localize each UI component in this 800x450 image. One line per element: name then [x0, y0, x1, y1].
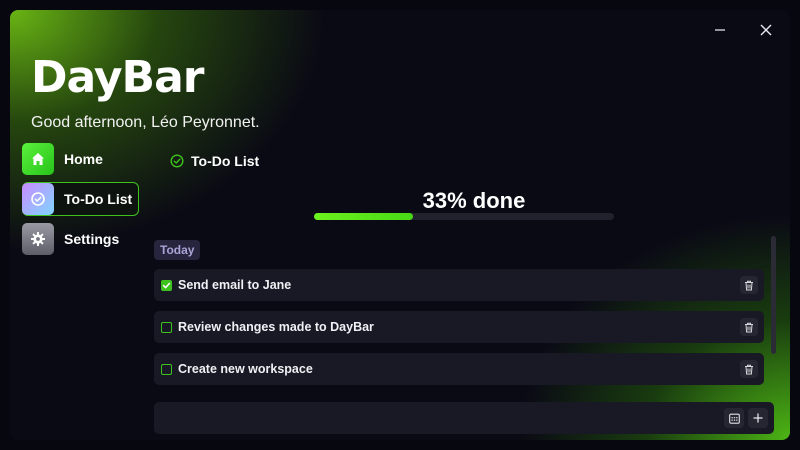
app-window: DayBar Good afternoon, Léo Peyronnet. Ho…: [10, 10, 790, 440]
new-task-bar: [154, 402, 774, 434]
trash-icon: [745, 364, 753, 374]
greeting-text: Good afternoon, Léo Peyronnet.: [31, 114, 260, 131]
close-button[interactable]: [752, 18, 780, 42]
section-label-today: Today: [154, 240, 201, 260]
plus-icon: [753, 413, 763, 423]
progress-bar: [314, 213, 614, 220]
progress-text: 33% done: [422, 188, 526, 213]
sidebar-item-todo-list[interactable]: To-Do List: [22, 182, 139, 216]
check-circle-icon: [22, 183, 54, 215]
task-text: Create new workspace: [178, 362, 313, 376]
task-row: Create new workspace: [154, 353, 764, 385]
sidebar-item-label: Settings: [64, 231, 120, 247]
checkmark-icon: [162, 282, 171, 288]
page-title: To-Do List: [191, 153, 260, 169]
sidebar-nav: Home To-Do List Settings: [22, 142, 140, 262]
delete-task-button[interactable]: [740, 276, 758, 294]
app-title: DayBar: [31, 52, 204, 103]
minimize-icon: [715, 29, 725, 31]
sidebar-item-settings[interactable]: Settings: [22, 222, 140, 256]
sidebar-item-label: To-Do List: [64, 191, 133, 207]
delete-task-button[interactable]: [740, 318, 758, 336]
sidebar-item-home[interactable]: Home: [22, 142, 140, 176]
new-task-input[interactable]: [162, 407, 706, 431]
task-checkbox[interactable]: [161, 363, 172, 375]
task-checkbox[interactable]: [161, 279, 172, 291]
task-list-scrollbar[interactable]: [771, 236, 776, 354]
home-icon: [22, 143, 54, 175]
close-icon: [760, 24, 772, 36]
calendar-icon: [728, 413, 740, 424]
sidebar-item-label: Home: [64, 151, 103, 167]
delete-task-button[interactable]: [740, 360, 758, 378]
progress-fill: [314, 213, 413, 220]
minimize-button[interactable]: [706, 18, 734, 42]
task-text: Review changes made to DayBar: [178, 320, 374, 334]
add-task-button[interactable]: [748, 408, 768, 428]
trash-icon: [745, 322, 753, 332]
task-text: Send email to Jane: [178, 278, 292, 292]
task-checkbox[interactable]: [161, 321, 172, 333]
date-picker-button[interactable]: [724, 408, 744, 428]
page-header: To-Do List: [170, 153, 259, 169]
gear-icon: [22, 223, 54, 255]
check-circle-icon: [170, 154, 184, 168]
task-row: Send email to Jane: [154, 269, 764, 301]
task-row: Review changes made to DayBar: [154, 311, 764, 343]
trash-icon: [745, 280, 753, 290]
